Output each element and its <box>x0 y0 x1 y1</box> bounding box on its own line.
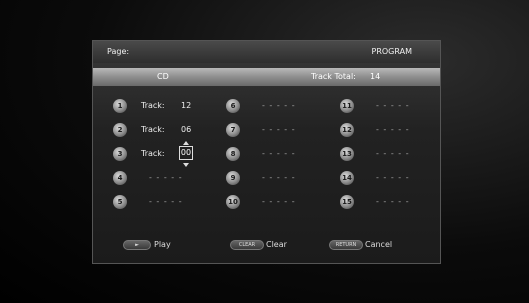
slot-track-label: Track: <box>141 149 165 158</box>
program-slot-11[interactable]: 11 - - - - - <box>340 99 440 113</box>
program-slot-15[interactable]: 15 - - - - - <box>340 195 440 209</box>
program-slot-10[interactable]: 10 - - - - - <box>226 195 326 209</box>
program-dialog: Page: PROGRAM CD Track Total: 14 1 Track… <box>92 40 441 264</box>
slot-empty-placeholder: - - - - - <box>376 101 410 110</box>
slot-empty-placeholder: - - - - - <box>376 197 410 206</box>
slot-number-badge: 4 <box>113 171 127 185</box>
program-slot-6[interactable]: 6 - - - - - <box>226 99 326 113</box>
slot-number-badge: 9 <box>226 171 240 185</box>
program-slot-8[interactable]: 8 - - - - - <box>226 147 326 161</box>
slot-number-badge: 7 <box>226 123 240 137</box>
slot-number-badge: 14 <box>340 171 354 185</box>
slot-empty-placeholder: - - - - - <box>262 101 296 110</box>
button-guide: ► Play CLEAR Clear RETURN Cancel <box>93 238 440 252</box>
clear-key-icon[interactable]: CLEAR <box>230 240 264 250</box>
page-bar: Page: PROGRAM <box>93 41 440 63</box>
program-slot-1[interactable]: 1 Track: 12 <box>113 99 213 113</box>
slot-empty-placeholder: - - - - - <box>149 173 183 182</box>
clear-hint: Clear <box>266 240 287 249</box>
slot-track-label: Track: <box>141 125 165 134</box>
track-total-label: Track Total: <box>311 72 356 81</box>
program-slot-5[interactable]: 5 - - - - - <box>113 195 213 209</box>
program-slot-2[interactable]: 2 Track: 06 <box>113 123 213 137</box>
slot-empty-placeholder: - - - - - <box>262 125 296 134</box>
slot-empty-placeholder: - - - - - <box>262 149 296 158</box>
track-total-value: 14 <box>370 72 381 81</box>
slot-empty-placeholder: - - - - - <box>376 173 410 182</box>
arrow-down-icon[interactable] <box>183 163 189 167</box>
slot-empty-placeholder: - - - - - <box>376 125 410 134</box>
slot-number-badge: 13 <box>340 147 354 161</box>
slot-number-badge: 6 <box>226 99 240 113</box>
program-header: CD Track Total: 14 <box>93 68 440 86</box>
slot-number-badge: 1 <box>113 99 127 113</box>
arrow-up-icon[interactable] <box>183 141 189 145</box>
slot-empty-placeholder: - - - - - <box>149 197 183 206</box>
slot-empty-placeholder: - - - - - <box>376 149 410 158</box>
cancel-hint: Cancel <box>365 240 393 249</box>
program-slot-3[interactable]: 3 Track: 00 <box>113 141 213 167</box>
program-slot-7[interactable]: 7 - - - - - <box>226 123 326 137</box>
slot-number-badge: 3 <box>113 147 127 161</box>
slot-track-value: 12 <box>181 101 192 110</box>
slot-track-value: 06 <box>181 125 192 134</box>
return-key-icon[interactable]: RETURN <box>329 240 363 250</box>
slot-empty-placeholder: - - - - - <box>262 197 296 206</box>
program-slot-4[interactable]: 4 - - - - - <box>113 171 213 185</box>
slot-number-badge: 8 <box>226 147 240 161</box>
track-number-input[interactable]: 00 <box>179 146 193 160</box>
program-slot-14[interactable]: 14 - - - - - <box>340 171 440 185</box>
slot-track-label: Track: <box>141 101 165 110</box>
program-slot-13[interactable]: 13 - - - - - <box>340 147 440 161</box>
play-hint: Play <box>154 240 171 249</box>
slot-number-badge: 12 <box>340 123 354 137</box>
page-label: Page: <box>107 47 130 56</box>
slot-empty-placeholder: - - - - - <box>262 173 296 182</box>
play-key-icon[interactable]: ► <box>123 240 151 250</box>
slot-number-badge: 5 <box>113 195 127 209</box>
program-slot-12[interactable]: 12 - - - - - <box>340 123 440 137</box>
page-value: PROGRAM <box>371 47 413 56</box>
program-slot-9[interactable]: 9 - - - - - <box>226 171 326 185</box>
slot-number-badge: 15 <box>340 195 354 209</box>
slot-number-badge: 11 <box>340 99 354 113</box>
slot-number-badge: 2 <box>113 123 127 137</box>
source-label: CD <box>157 72 169 81</box>
slot-number-badge: 10 <box>226 195 240 209</box>
